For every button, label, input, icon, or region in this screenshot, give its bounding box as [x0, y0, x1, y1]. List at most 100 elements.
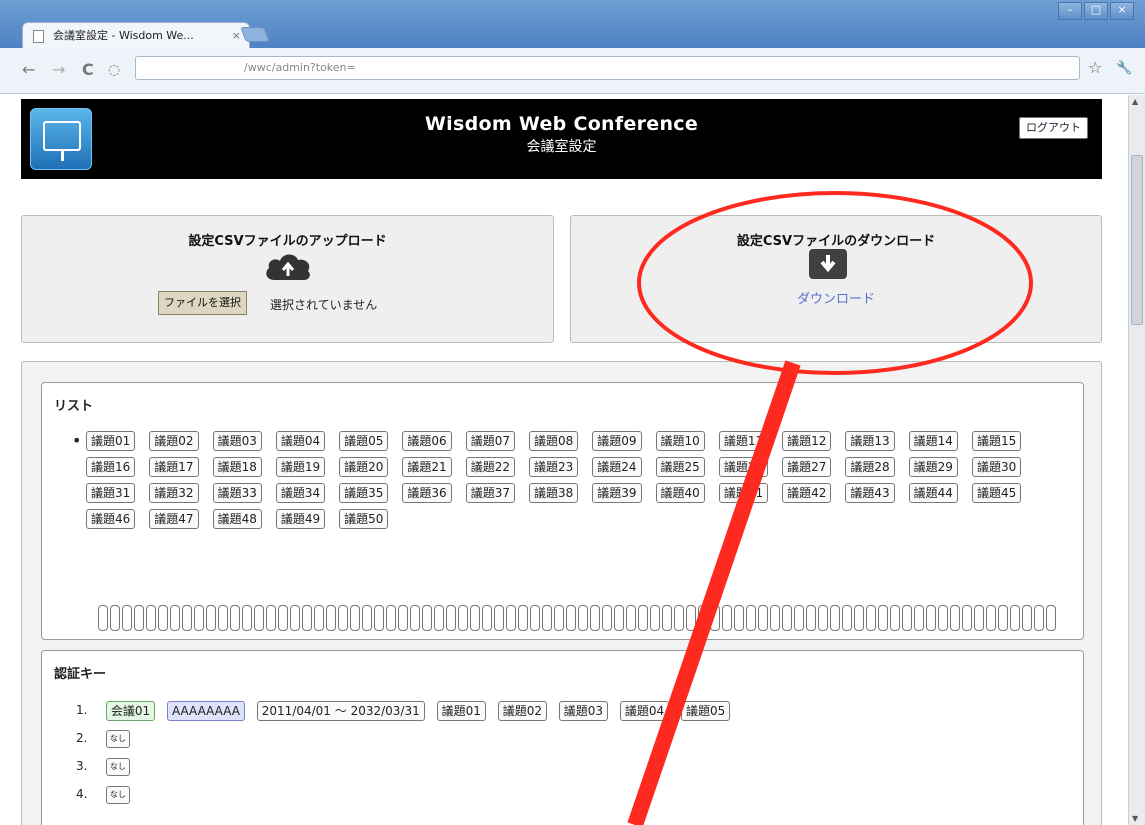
topic-chip[interactable]: 議題35	[339, 482, 389, 503]
empty-slot[interactable]	[1046, 605, 1056, 631]
empty-slot[interactable]	[590, 605, 600, 631]
topic-chip[interactable]: 議題11	[718, 430, 769, 451]
topic-chip[interactable]: 議題38	[528, 482, 579, 503]
empty-slot[interactable]	[674, 605, 684, 631]
topic-chip[interactable]: 議題13	[845, 430, 895, 451]
topic-chip[interactable]: 議題18	[212, 456, 262, 477]
topic-chip[interactable]: 議題03	[558, 700, 609, 721]
empty-slot[interactable]	[374, 605, 384, 631]
topic-chip[interactable]: 議題21	[402, 456, 452, 477]
wrench-icon[interactable]: 🔧	[1116, 61, 1132, 76]
empty-slot[interactable]	[158, 605, 168, 631]
topic-chip[interactable]: 議題03	[212, 430, 262, 451]
empty-slot[interactable]	[338, 605, 348, 631]
empty-slot[interactable]	[710, 605, 720, 631]
topic-chip[interactable]: 議題08	[528, 430, 579, 451]
topic-chip[interactable]: 議題19	[275, 456, 326, 477]
empty-slot[interactable]	[98, 605, 108, 631]
topic-chip[interactable]: 議題31	[86, 482, 136, 503]
topic-chip[interactable]: 議題25	[655, 456, 705, 477]
empty-slot[interactable]	[638, 605, 648, 631]
empty-slot[interactable]	[530, 605, 540, 631]
topic-chip[interactable]: 議題36	[402, 482, 452, 503]
topic-chip[interactable]: 議題22	[465, 456, 515, 477]
topic-chip[interactable]: 議題17	[149, 456, 199, 477]
empty-slot[interactable]	[302, 605, 312, 631]
topic-chip[interactable]: 議題42	[782, 482, 832, 503]
empty-slot[interactable]	[986, 605, 996, 631]
topic-chip[interactable]: 議題12	[782, 430, 832, 451]
choose-file-button[interactable]: ファイルを選択	[158, 291, 247, 315]
empty-slot[interactable]	[146, 605, 156, 631]
empty-slot[interactable]	[854, 605, 864, 631]
topic-chip[interactable]: 議題39	[592, 482, 642, 503]
empty-slot[interactable]	[278, 605, 288, 631]
empty-slot[interactable]	[1034, 605, 1044, 631]
empty-slot[interactable]	[746, 605, 756, 631]
download-link[interactable]: ダウンロード	[571, 288, 1101, 307]
topic-chip[interactable]: 議題06	[402, 430, 452, 451]
browser-tab[interactable]: 会議室設定 - Wisdom We... ×	[22, 22, 250, 50]
empty-slot[interactable]	[902, 605, 912, 631]
empty-slot[interactable]	[506, 605, 516, 631]
new-tab-button[interactable]	[240, 27, 270, 42]
back-icon[interactable]: ←	[22, 60, 35, 80]
topic-chip[interactable]: 議題49	[275, 508, 326, 529]
empty-slot[interactable]	[950, 605, 960, 631]
empty-slot[interactable]	[914, 605, 924, 631]
topic-chip[interactable]: 議題27	[782, 456, 832, 477]
empty-slot[interactable]	[818, 605, 828, 631]
empty-slot[interactable]	[782, 605, 792, 631]
empty-slot[interactable]	[254, 605, 264, 631]
empty-slot[interactable]	[614, 605, 624, 631]
empty-slot[interactable]	[458, 605, 468, 631]
topic-chip[interactable]: 議題34	[275, 482, 326, 503]
topic-chip[interactable]: 議題05	[339, 430, 389, 451]
topic-chip[interactable]: 議題47	[149, 508, 199, 529]
topic-chip[interactable]: 議題32	[149, 482, 199, 503]
close-window-button[interactable]: ×	[1110, 2, 1134, 20]
empty-slot[interactable]	[218, 605, 228, 631]
empty-slot[interactable]	[290, 605, 300, 631]
topic-chip[interactable]: 議題33	[212, 482, 262, 503]
topic-chip[interactable]: 議題48	[212, 508, 262, 529]
empty-slot[interactable]	[842, 605, 852, 631]
empty-slot[interactable]	[722, 605, 732, 631]
empty-slot[interactable]	[398, 605, 408, 631]
empty-slot[interactable]	[350, 605, 360, 631]
empty-slot[interactable]	[182, 605, 192, 631]
scrollbar-thumb[interactable]	[1131, 155, 1143, 325]
topic-chip[interactable]: 議題14	[908, 430, 958, 451]
empty-slot[interactable]	[662, 605, 672, 631]
empty-slot[interactable]	[794, 605, 804, 631]
empty-slot[interactable]	[770, 605, 780, 631]
topic-chip[interactable]: 議題15	[971, 430, 1022, 451]
empty-slot[interactable]	[998, 605, 1008, 631]
topic-chip[interactable]: 議題28	[845, 456, 895, 477]
room-chip[interactable]: 会議01	[105, 700, 156, 721]
topic-chip[interactable]: 議題37	[465, 482, 515, 503]
none-chip[interactable]: なし	[105, 785, 130, 804]
topic-chip[interactable]: 議題20	[339, 456, 389, 477]
empty-slot[interactable]	[542, 605, 552, 631]
topic-chip[interactable]: 議題41	[718, 482, 769, 503]
empty-slot[interactable]	[362, 605, 372, 631]
scroll-up-icon[interactable]: ▲	[1132, 97, 1138, 106]
empty-slot[interactable]	[470, 605, 480, 631]
tab-close-icon[interactable]: ×	[232, 23, 241, 49]
empty-slot[interactable]	[566, 605, 576, 631]
empty-slot[interactable]	[962, 605, 972, 631]
topic-chip[interactable]: 議題45	[971, 482, 1022, 503]
none-chip[interactable]: なし	[105, 729, 130, 748]
empty-slot[interactable]	[386, 605, 396, 631]
empty-slot[interactable]	[650, 605, 660, 631]
topic-chip[interactable]: 議題40	[655, 482, 705, 503]
topic-chip[interactable]: 議題02	[149, 430, 199, 451]
topic-chip[interactable]: 議題44	[908, 482, 958, 503]
topic-chip[interactable]: 議題16	[86, 456, 136, 477]
empty-slot[interactable]	[686, 605, 696, 631]
topic-chip[interactable]: 議題07	[465, 430, 515, 451]
topic-chip[interactable]: 議題50	[339, 508, 389, 529]
topic-chip[interactable]: 議題24	[592, 456, 642, 477]
empty-slot[interactable]	[122, 605, 132, 631]
